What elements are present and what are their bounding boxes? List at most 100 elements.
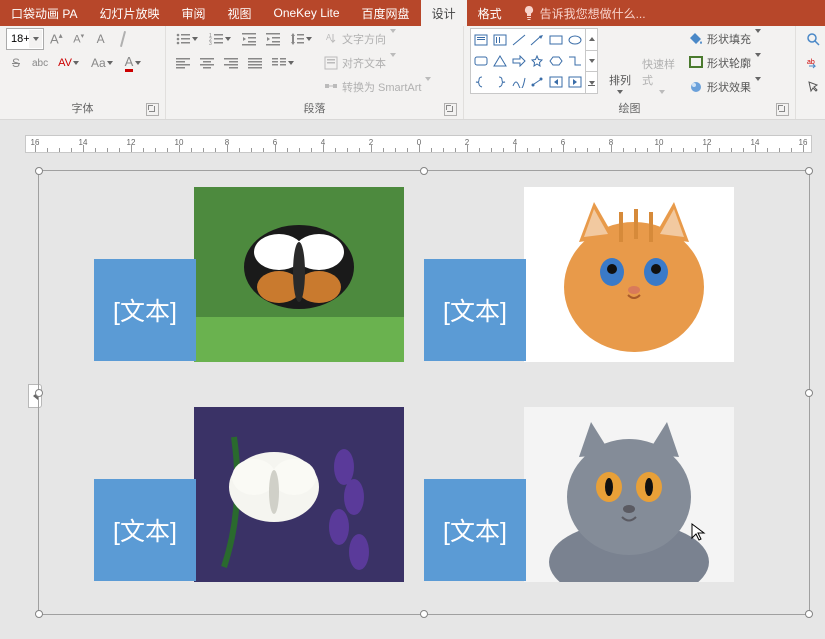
shape-outline-button[interactable]: 形状轮廓 <box>686 52 764 74</box>
lbrace-icon <box>474 76 488 88</box>
align-center-button[interactable] <box>196 52 218 74</box>
resize-handle-bm[interactable] <box>420 610 428 618</box>
text-placeholder-3[interactable]: [文本] <box>94 479 196 581</box>
tab-review[interactable]: 审阅 <box>170 0 216 26</box>
tab-slideshow[interactable]: 幻灯片放映 <box>88 0 170 26</box>
align-left-button[interactable] <box>172 52 194 74</box>
tab-onekey[interactable]: OneKey Lite <box>263 0 351 26</box>
action-back-icon <box>549 76 563 88</box>
align-text-button[interactable]: 对齐文本 <box>321 52 434 74</box>
drawing-dialog-launcher[interactable] <box>776 103 789 116</box>
rounded-rect-icon <box>474 55 488 67</box>
char-spacing-button[interactable]: AV <box>54 52 85 74</box>
lightbulb-icon <box>523 6 535 20</box>
shape-effects-button[interactable]: 形状效果 <box>686 76 764 98</box>
numbering-icon: 123 <box>209 32 223 46</box>
change-case-button[interactable]: Aa <box>87 52 119 74</box>
replace-icon: ab <box>806 56 820 70</box>
picture-placeholder-4[interactable] <box>524 407 734 582</box>
smartart-item-2[interactable]: [文本] <box>424 187 734 377</box>
group-label-paragraph: 段落 <box>172 98 457 118</box>
increase-font-button[interactable]: A▴ <box>46 28 67 50</box>
star-icon <box>530 55 544 67</box>
text-placeholder-2[interactable]: [文本] <box>424 259 526 361</box>
align-text-v-icon <box>324 56 338 70</box>
find-button[interactable] <box>802 28 824 50</box>
smartart-selection[interactable]: [文本] [文本] [文本] <box>38 170 810 615</box>
align-justify-button[interactable] <box>244 52 266 74</box>
shape-fill-button[interactable]: 形状填充 <box>686 28 764 50</box>
font-size-value: 18+ <box>11 33 30 45</box>
tell-me-placeholder: 告诉我您想做什么... <box>540 5 646 22</box>
action-fwd-icon <box>568 76 582 88</box>
tab-format[interactable]: 格式 <box>467 0 513 26</box>
group-editing-partial: ab <box>796 26 825 119</box>
resize-handle-tl[interactable] <box>35 167 43 175</box>
resize-handle-tm[interactable] <box>420 167 428 175</box>
smartart-item-1[interactable]: [文本] <box>94 187 404 377</box>
picture-placeholder-2[interactable] <box>524 187 734 362</box>
tell-me-search[interactable]: 告诉我您想做什么... <box>513 0 656 26</box>
connector-icon <box>530 76 544 88</box>
tab-baidu[interactable]: 百度网盘 <box>351 0 421 26</box>
replace-button[interactable]: ab <box>802 52 824 74</box>
smartart-item-4[interactable]: [文本] <box>424 407 734 597</box>
ribbon-tabs: 口袋动画 PA 幻灯片放映 审阅 视图 OneKey Lite 百度网盘 设计 … <box>0 0 825 26</box>
group-font: 18+ A▴ A▾ A S abc AV Aa A 字体 <box>0 26 166 119</box>
strikethrough-button[interactable]: S <box>6 52 26 74</box>
text-placeholder-4[interactable]: [文本] <box>424 479 526 581</box>
slide-canvas-area: 1614121086420246810121416 [文本] <box>0 120 825 639</box>
indent-icon <box>266 32 280 46</box>
resize-handle-bl[interactable] <box>35 610 43 618</box>
resize-handle-br[interactable] <box>805 610 813 618</box>
quick-styles-button[interactable]: Abc 快速样式 <box>642 28 682 94</box>
decrease-indent-button[interactable] <box>238 28 260 50</box>
effects-icon <box>689 80 703 94</box>
resize-handle-mr[interactable] <box>805 389 813 397</box>
smartart-item-3[interactable]: [文本] <box>94 407 404 597</box>
shapes-gallery[interactable] <box>470 28 598 94</box>
numbering-button[interactable]: 123 <box>205 28 236 50</box>
select-button[interactable] <box>802 76 824 98</box>
align-justify-icon <box>248 56 262 70</box>
resize-handle-tr[interactable] <box>805 167 813 175</box>
slide[interactable]: [文本] [文本] [文本] <box>38 170 810 620</box>
align-center-icon <box>200 56 214 70</box>
tab-view[interactable]: 视图 <box>216 0 262 26</box>
clear-formatting-button[interactable]: A <box>91 28 111 50</box>
font-color-button[interactable]: A <box>121 52 147 74</box>
align-right-button[interactable] <box>220 52 242 74</box>
resize-handle-ml[interactable] <box>35 389 43 397</box>
picture-placeholder-3[interactable] <box>194 407 404 582</box>
align-left-icon <box>176 56 190 70</box>
columns-button[interactable] <box>268 52 299 74</box>
group-label-font: 字体 <box>6 98 159 118</box>
bullets-button[interactable] <box>172 28 203 50</box>
paragraph-dialog-launcher[interactable] <box>444 103 457 116</box>
group-label-drawing: 绘图 <box>470 98 789 118</box>
align-right-icon <box>224 56 238 70</box>
format-painter-button[interactable] <box>113 28 133 50</box>
tab-design[interactable]: 设计 <box>421 0 467 26</box>
decrease-font-button[interactable]: A▾ <box>69 28 89 50</box>
gallery-scroll[interactable] <box>585 29 597 93</box>
svg-text:3: 3 <box>209 41 212 46</box>
subscript-button[interactable]: abc <box>28 52 52 74</box>
tab-pocket-anim[interactable]: 口袋动画 PA <box>0 0 88 26</box>
font-dialog-launcher[interactable] <box>146 103 159 116</box>
picture-placeholder-1[interactable] <box>194 187 404 362</box>
outdent-icon <box>242 32 256 46</box>
text-placeholder-1[interactable]: [文本] <box>94 259 196 361</box>
outline-icon <box>689 56 703 70</box>
horizontal-ruler[interactable]: 1614121086420246810121416 <box>25 135 812 153</box>
text-direction-button[interactable]: A文字方向 <box>321 28 434 50</box>
font-size-combo[interactable]: 18+ <box>6 28 44 50</box>
line-spacing-button[interactable] <box>286 28 317 50</box>
increase-indent-button[interactable] <box>262 28 284 50</box>
line-icon <box>512 34 526 46</box>
arrow-line-icon <box>530 34 544 46</box>
columns-icon <box>272 56 286 70</box>
group-drawing: 排列 Abc 快速样式 形状填充 形状轮廓 形状效果 绘图 <box>464 26 796 119</box>
group-paragraph: 123 A文字方向 对齐文本 转换为 SmartArt <box>166 26 464 119</box>
convert-smartart-button[interactable]: 转换为 SmartArt <box>321 76 434 98</box>
